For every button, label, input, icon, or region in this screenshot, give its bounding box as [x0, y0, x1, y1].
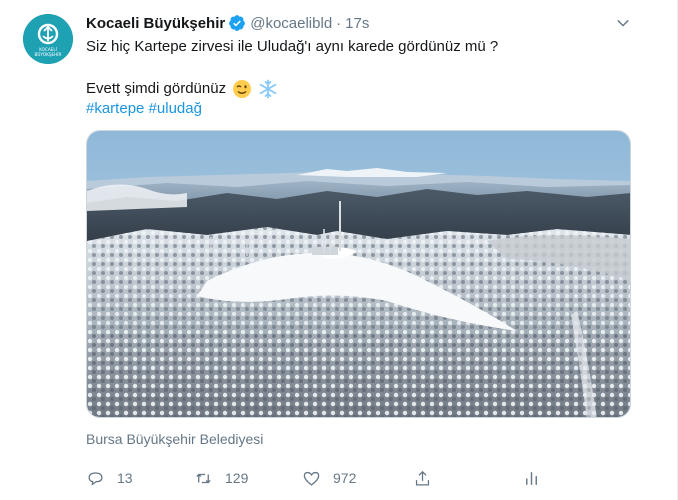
share-button[interactable] — [413, 465, 432, 491]
tweet-text-line-1: Siz hiç Kartepe zirvesi ile Uludağ'ı ayn… — [86, 38, 499, 55]
tweet-hashtags: #kartepe #uludağ — [86, 99, 202, 119]
snowy-mountain-aerial-photo-icon — [87, 131, 630, 417]
kocaeli-logo-icon: KOCAELİ BÜYÜKŞEHİR — [23, 14, 73, 64]
analytics-bar-chart-icon — [526, 471, 537, 485]
winking-face-emoji-icon — [232, 79, 252, 99]
tweet-card[interactable]: KOCAELİ BÜYÜKŞEHİR Kocaeli Büyükşehir @k… — [0, 0, 678, 500]
separator-dot: · — [336, 14, 342, 32]
svg-text:BÜYÜKŞEHİR: BÜYÜKŞEHİR — [35, 52, 62, 57]
avatar[interactable]: KOCAELİ BÜYÜKŞEHİR — [23, 14, 73, 64]
share-icon — [415, 470, 430, 485]
retweet-icon — [196, 473, 211, 483]
retweet-button[interactable]: 129 — [194, 465, 248, 491]
hashtag-uludag[interactable]: #uludağ — [149, 100, 202, 117]
retweet-count: 129 — [225, 470, 249, 486]
tweet-header: Kocaeli Büyükşehir @kocaelibld · 17s — [86, 13, 369, 33]
hashtag-kartepe[interactable]: #kartepe — [86, 100, 144, 117]
reply-button[interactable]: 13 — [86, 465, 133, 491]
reply-count: 13 — [117, 470, 133, 486]
snowflake-emoji-icon — [258, 79, 278, 99]
tweet-actions: 13 129 972 — [86, 465, 556, 491]
chevron-down-icon[interactable] — [614, 14, 632, 32]
like-count: 972 — [333, 470, 357, 486]
author-name[interactable]: Kocaeli Büyükşehir — [86, 15, 225, 32]
analytics-button[interactable] — [522, 465, 541, 491]
heart-icon — [303, 471, 320, 486]
like-button[interactable]: 972 — [302, 465, 356, 491]
tweet-time[interactable]: 17s — [345, 15, 369, 32]
reply-icon — [88, 471, 103, 486]
tweet-text-line-2-text: Evett şimdi gördünüz — [86, 80, 227, 97]
verified-badge-icon — [228, 14, 246, 32]
media-source-credit[interactable]: Bursa Büyükşehir Belediyesi — [86, 431, 263, 447]
author-handle[interactable]: @kocaelibld — [250, 15, 332, 32]
tweet-text-line-2: Evett şimdi gördünüz — [86, 79, 278, 99]
tweet-media-photo[interactable] — [86, 130, 631, 418]
